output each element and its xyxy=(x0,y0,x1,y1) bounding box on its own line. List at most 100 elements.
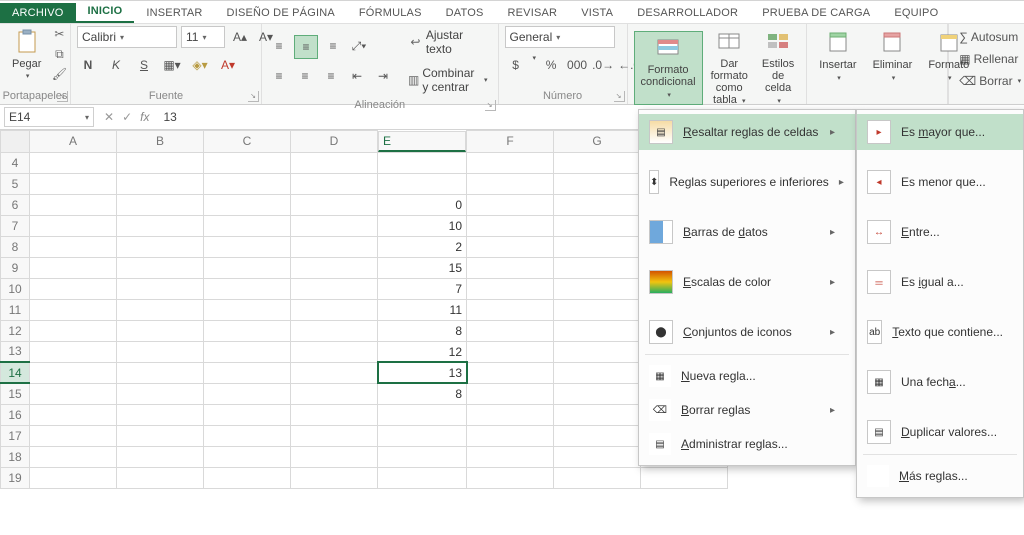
cell-A10[interactable] xyxy=(30,278,117,299)
cancel-formula-icon[interactable]: ✕ xyxy=(104,110,114,124)
cut-icon[interactable]: ✂ xyxy=(51,26,67,42)
cell-A18[interactable] xyxy=(30,446,117,467)
cell-E8[interactable]: 2 xyxy=(378,236,467,257)
cell-G15[interactable] xyxy=(554,383,641,404)
cell-A11[interactable] xyxy=(30,299,117,320)
cell-B15[interactable] xyxy=(117,383,204,404)
cell-G18[interactable] xyxy=(554,446,641,467)
cell-D5[interactable] xyxy=(291,173,378,194)
row-header-19[interactable]: 19 xyxy=(1,467,30,488)
cell-B6[interactable] xyxy=(117,194,204,215)
paste-button[interactable]: Pegar▾ xyxy=(6,26,47,82)
row-header-11[interactable]: 11 xyxy=(1,299,30,320)
tab-formulas[interactable]: FÓRMULAS xyxy=(347,3,434,23)
insert-cells-button[interactable]: Insertar▾ xyxy=(813,27,862,87)
cell-C12[interactable] xyxy=(204,320,291,341)
copy-icon[interactable]: ⧉ xyxy=(51,46,67,62)
font-color-button[interactable]: A▾ xyxy=(217,54,239,76)
cell-E17[interactable] xyxy=(378,425,467,446)
cell-B14[interactable] xyxy=(117,362,204,383)
cell-F9[interactable] xyxy=(467,257,554,278)
tab-insertar[interactable]: INSERTAR xyxy=(134,3,214,23)
tab-vista[interactable]: VISTA xyxy=(569,3,625,23)
fx-button[interactable]: fx xyxy=(140,110,149,124)
col-header-A[interactable]: A xyxy=(30,131,117,153)
thousands-button[interactable]: 000 xyxy=(566,54,588,76)
cell-A14[interactable] xyxy=(30,362,117,383)
cell-B9[interactable] xyxy=(117,257,204,278)
cell-G5[interactable] xyxy=(554,173,641,194)
inc-decimal-icon[interactable]: .0→ xyxy=(592,54,614,76)
cell-D18[interactable] xyxy=(291,446,378,467)
cell-D10[interactable] xyxy=(291,278,378,299)
cell-E9[interactable]: 15 xyxy=(378,257,467,278)
col-header-E[interactable]: E xyxy=(378,131,466,152)
cell-E6[interactable]: 0 xyxy=(378,194,467,215)
tab-revisar[interactable]: REVISAR xyxy=(496,3,570,23)
indent-dec-icon[interactable]: ⇤ xyxy=(346,65,368,87)
delete-cells-button[interactable]: Eliminar▾ xyxy=(867,27,919,87)
format-as-table-button[interactable]: Dar formatocomo tabla ▾ xyxy=(705,26,754,110)
font-select[interactable]: Calibri▾ xyxy=(77,26,177,48)
cell-F6[interactable] xyxy=(467,194,554,215)
align-center-icon[interactable]: ≡ xyxy=(294,65,316,87)
row-header-18[interactable]: 18 xyxy=(1,446,30,467)
col-header-C[interactable]: C xyxy=(204,131,291,153)
portapapeles-launcher[interactable]: ↘ xyxy=(57,91,68,102)
menu-borrar-reglas[interactable]: ⌫Borrar reglas▸ xyxy=(639,393,855,427)
cell-F5[interactable] xyxy=(467,173,554,194)
cell-E12[interactable]: 8 xyxy=(378,320,467,341)
menu-nueva-regla[interactable]: ▦Nueva regla... xyxy=(639,359,855,393)
tab-inicio[interactable]: INICIO xyxy=(76,1,135,23)
cell-D6[interactable] xyxy=(291,194,378,215)
menu-conjuntos-iconos[interactable]: ⬤Conjuntos de iconos▸ xyxy=(639,314,855,350)
cell-B4[interactable] xyxy=(117,152,204,173)
cell-E14[interactable]: 13 xyxy=(378,362,467,383)
cell-A17[interactable] xyxy=(30,425,117,446)
cell-C11[interactable] xyxy=(204,299,291,320)
cell-F12[interactable] xyxy=(467,320,554,341)
conditional-formatting-button[interactable]: Formatocondicional ▾ xyxy=(634,31,703,105)
cell-H19[interactable] xyxy=(641,467,728,488)
cell-A9[interactable] xyxy=(30,257,117,278)
cell-A19[interactable] xyxy=(30,467,117,488)
cell-G11[interactable] xyxy=(554,299,641,320)
cell-G19[interactable] xyxy=(554,467,641,488)
cell-D19[interactable] xyxy=(291,467,378,488)
cell-B13[interactable] xyxy=(117,341,204,362)
fuente-launcher[interactable]: ↘ xyxy=(248,91,259,102)
tab-desarrollador[interactable]: DESARROLLADOR xyxy=(625,3,750,23)
cell-C14[interactable] xyxy=(204,362,291,383)
cell-G9[interactable] xyxy=(554,257,641,278)
cell-A4[interactable] xyxy=(30,152,117,173)
cell-G7[interactable] xyxy=(554,215,641,236)
cell-D7[interactable] xyxy=(291,215,378,236)
cell-C15[interactable] xyxy=(204,383,291,404)
accept-formula-icon[interactable]: ✓ xyxy=(122,110,132,124)
cell-C19[interactable] xyxy=(204,467,291,488)
col-header-D[interactable]: D xyxy=(291,131,378,153)
border-button[interactable]: ▦▾ xyxy=(161,54,183,76)
cell-F16[interactable] xyxy=(467,404,554,425)
cell-C9[interactable] xyxy=(204,257,291,278)
cell-G14[interactable] xyxy=(554,362,641,383)
cell-F15[interactable] xyxy=(467,383,554,404)
cell-D17[interactable] xyxy=(291,425,378,446)
col-header-G[interactable]: G xyxy=(554,131,641,153)
menu-mas-reglas[interactable]: Más reglas... xyxy=(857,459,1023,493)
cell-A13[interactable] xyxy=(30,341,117,362)
cell-A6[interactable] xyxy=(30,194,117,215)
cell-F18[interactable] xyxy=(467,446,554,467)
cell-D15[interactable] xyxy=(291,383,378,404)
tab-diseno[interactable]: DISEÑO DE PÁGINA xyxy=(215,3,347,23)
cell-A8[interactable] xyxy=(30,236,117,257)
cell-D9[interactable] xyxy=(291,257,378,278)
tab-archivo[interactable]: ARCHIVO xyxy=(0,3,76,23)
cell-F19[interactable] xyxy=(467,467,554,488)
cell-D11[interactable] xyxy=(291,299,378,320)
cell-E19[interactable] xyxy=(378,467,467,488)
tab-prueba[interactable]: PRUEBA DE CARGA xyxy=(750,3,882,23)
cell-D4[interactable] xyxy=(291,152,378,173)
row-header-12[interactable]: 12 xyxy=(1,320,30,341)
cell-E18[interactable] xyxy=(378,446,467,467)
